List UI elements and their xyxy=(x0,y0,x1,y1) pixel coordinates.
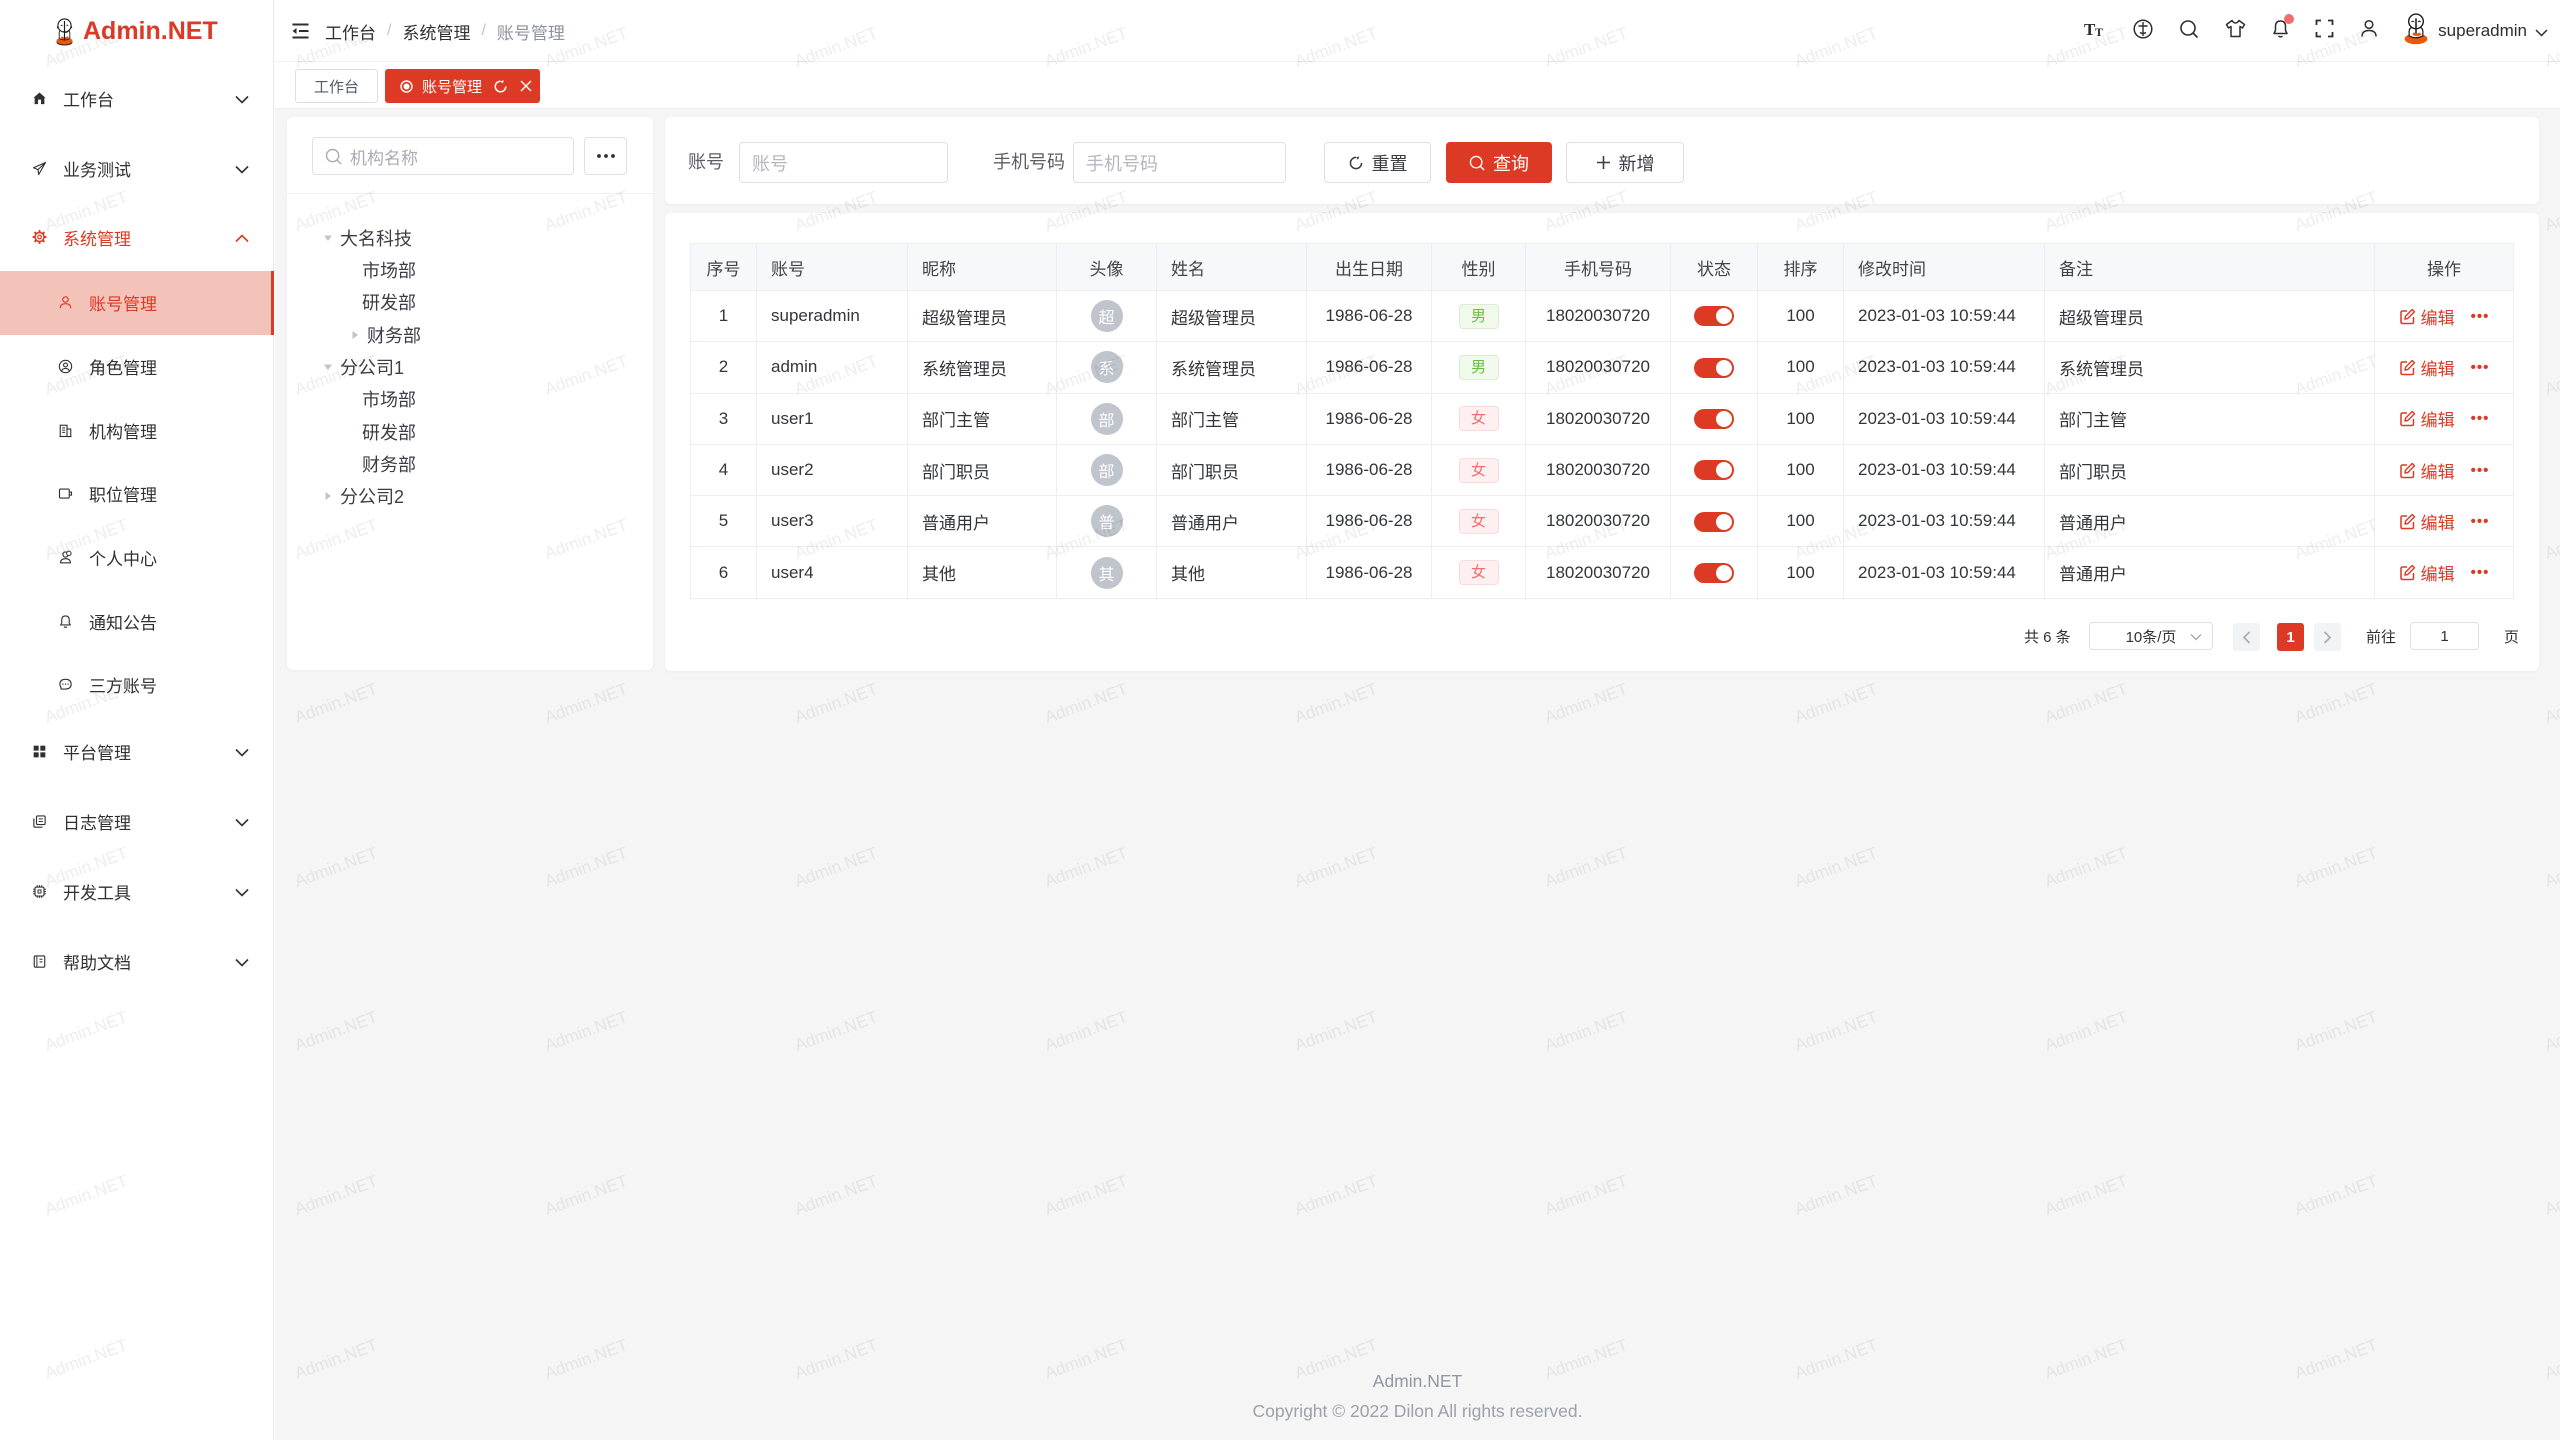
svg-text:T: T xyxy=(2095,25,2103,38)
